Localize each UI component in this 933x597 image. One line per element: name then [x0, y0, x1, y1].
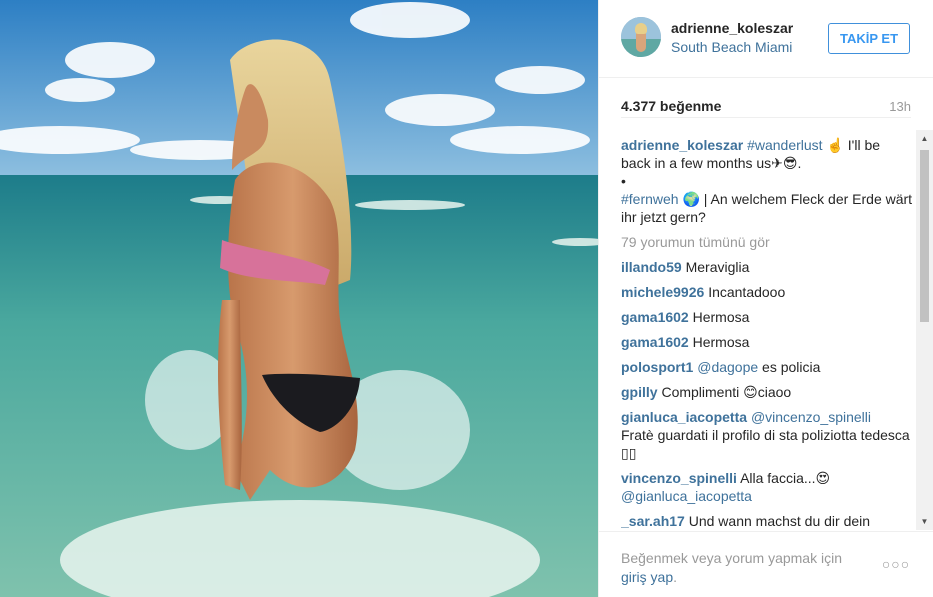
follow-button[interactable]: TAKİP ET [828, 23, 910, 54]
avatar-hair [635, 23, 647, 34]
avatar[interactable] [621, 17, 661, 57]
comment-mention[interactable]: @dagope [697, 359, 758, 375]
login-link[interactable]: giriş yap [621, 569, 673, 585]
comment-text: Meraviglia [685, 259, 750, 275]
caption-bullet: • [621, 173, 626, 189]
comment-text: Hermosa [692, 309, 750, 325]
caption-username[interactable]: adrienne_koleszar [621, 137, 743, 153]
location-link[interactable]: South Beach Miami [671, 39, 792, 55]
login-prompt: Beğenmek veya yorum yapmak için giriş ya… [621, 549, 871, 587]
comment-item: gama1602 Hermosa [621, 308, 913, 326]
comment-text: Complimenti 😊ciaoo [661, 384, 792, 400]
comment-item: gama1602 Hermosa [621, 333, 913, 351]
comment-text: Incantadooo [708, 284, 786, 300]
comment-item: gpilly Complimenti 😊ciaoo [621, 383, 913, 401]
hashtag-link[interactable]: #wanderlust [747, 137, 823, 153]
comment-item: illando59 Meraviglia [621, 258, 913, 276]
caption-line-2: #fernweh 🌍 | An welchem Fleck der Erde w… [621, 190, 913, 226]
scrollbar-thumb[interactable] [920, 150, 929, 322]
post-time[interactable]: 13h [889, 99, 911, 114]
caption: adrienne_koleszar #wanderlust ☝️ I'll be… [621, 136, 913, 226]
login-prompt-end: . [673, 569, 678, 585]
comment-text: Alla faccia...😍 [740, 470, 831, 486]
post-stats: 4.377 beğenme 13h [621, 94, 911, 118]
comment-username[interactable]: illando59 [621, 259, 682, 275]
comment-item: michele9926 Incantadooo [621, 283, 913, 301]
comments-scrollbar[interactable]: ▲ ▼ [916, 130, 933, 530]
comment-text: Hermosa [692, 334, 750, 350]
caption-line: adrienne_koleszar #wanderlust ☝️ I'll be… [621, 136, 913, 172]
post-container: adrienne_koleszar South Beach Miami TAKİ… [0, 0, 933, 597]
comment-username[interactable]: _sar.ah17 [621, 513, 685, 528]
comment-text: es policia [758, 359, 821, 375]
likes-count[interactable]: 4.377 beğenme [621, 98, 721, 114]
post-side-panel: adrienne_koleszar South Beach Miami TAKİ… [598, 0, 933, 597]
post-photo[interactable] [0, 0, 598, 597]
comment-mention[interactable]: @vincenzo_spinelli [751, 409, 871, 425]
comment-username[interactable]: gianluca_iacopetta [621, 409, 747, 425]
comment-username[interactable]: vincenzo_spinelli [621, 470, 737, 486]
comment-mention[interactable]: @gianluca_iacopetta [621, 487, 913, 505]
comment-username[interactable]: michele9926 [621, 284, 704, 300]
post-footer: Beğenmek veya yorum yapmak için giriş ya… [599, 531, 933, 597]
comments-list[interactable]: adrienne_koleszar #wanderlust ☝️ I'll be… [621, 136, 913, 528]
comment-username[interactable]: gama1602 [621, 334, 689, 350]
comment-username[interactable]: gpilly [621, 384, 658, 400]
more-options-icon[interactable]: ○○○ [881, 556, 911, 572]
comment-username[interactable]: polosport1 [621, 359, 693, 375]
username-link[interactable]: adrienne_koleszar [671, 20, 793, 36]
comment-username[interactable]: gama1602 [621, 309, 689, 325]
beach-photo-illustration [0, 0, 598, 597]
comment-item: gianluca_iacopetta @vincenzo_spinelli Fr… [621, 408, 913, 462]
scroll-up-arrow-icon[interactable]: ▲ [916, 130, 933, 147]
comment-text: Fratè guardati il profilo di sta polizio… [621, 427, 910, 461]
login-prompt-text: Beğenmek veya yorum yapmak için [621, 550, 842, 566]
view-all-comments-link[interactable]: 79 yorumun tümünü gör [621, 233, 913, 251]
comment-text: Und wann machst du dir dein [688, 513, 871, 528]
scroll-down-arrow-icon[interactable]: ▼ [916, 513, 933, 530]
post-header: adrienne_koleszar South Beach Miami TAKİ… [599, 0, 933, 78]
comment-item: polosport1 @dagope es policia [621, 358, 913, 376]
hashtag-link[interactable]: #fernweh [621, 191, 679, 207]
comment-item: _sar.ah17 Und wann machst du dir dein [621, 512, 913, 528]
comment-item: vincenzo_spinelli Alla faccia...😍 @gianl… [621, 469, 913, 505]
